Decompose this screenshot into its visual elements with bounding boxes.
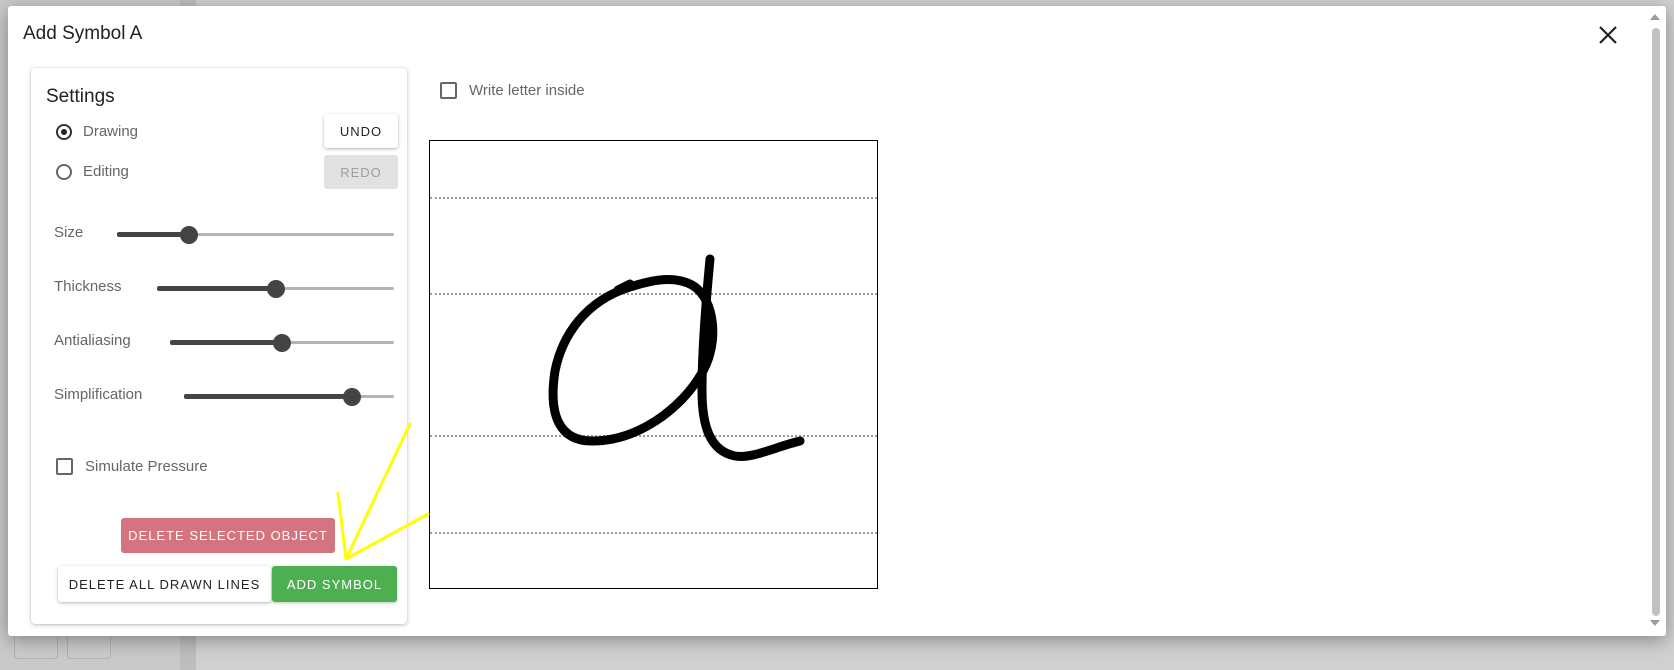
vertical-scrollbar[interactable] <box>1648 10 1662 630</box>
slider-fill <box>157 286 276 291</box>
size-label: Size <box>54 224 84 241</box>
mode-editing-option[interactable]: Editing <box>56 163 129 180</box>
dialog-title: Add Symbol A <box>23 23 143 44</box>
undo-button[interactable]: UNDO <box>324 114 398 148</box>
size-slider[interactable] <box>117 225 394 245</box>
scroll-down-arrow-icon[interactable] <box>1650 620 1660 626</box>
simulate-pressure-label: Simulate Pressure <box>85 458 208 475</box>
slider-fill <box>117 232 190 237</box>
drawing-label: Drawing <box>83 123 139 140</box>
close-icon <box>1599 26 1617 44</box>
slider-fill <box>170 340 282 345</box>
drawing-canvas[interactable] <box>429 140 878 589</box>
redo-button[interactable]: REDO <box>324 155 398 189</box>
drawing-radio[interactable] <box>56 123 72 140</box>
antialiasing-label: Antialiasing <box>54 332 131 349</box>
write-letter-inside-label: Write letter inside <box>469 82 585 99</box>
delete-selected-object-button[interactable]: DELETE SELECTED OBJECT <box>121 518 335 553</box>
slider-thumb[interactable] <box>273 334 291 352</box>
close-button[interactable] <box>1593 20 1623 50</box>
editing-radio[interactable] <box>56 163 72 180</box>
write-letter-inside-option[interactable]: Write letter inside <box>440 82 585 99</box>
slider-thumb[interactable] <box>343 388 361 406</box>
settings-title: Settings <box>46 86 115 107</box>
slider-thumb[interactable] <box>266 280 285 298</box>
simplification-slider[interactable] <box>184 387 394 407</box>
drawn-letter-stroke <box>548 254 805 461</box>
scroll-thumb[interactable] <box>1652 28 1660 616</box>
mode-drawing-option[interactable]: Drawing <box>56 123 138 140</box>
thickness-label: Thickness <box>54 278 122 295</box>
add-symbol-button[interactable]: ADD SYMBOL <box>272 566 397 602</box>
delete-all-drawn-lines-button[interactable]: DELETE ALL DRAWN LINES <box>58 566 271 602</box>
slider-thumb[interactable] <box>180 226 199 244</box>
thickness-slider[interactable] <box>157 279 394 299</box>
simplification-label: Simplification <box>54 386 143 403</box>
add-symbol-dialog: Add Symbol A Settings Drawing Editing UN… <box>8 6 1666 636</box>
editing-label: Editing <box>83 163 129 180</box>
simulate-pressure-checkbox[interactable] <box>56 458 73 475</box>
write-letter-inside-checkbox[interactable] <box>440 82 457 99</box>
simulate-pressure-option[interactable]: Simulate Pressure <box>56 458 208 475</box>
antialiasing-slider[interactable] <box>170 333 394 353</box>
slider-fill <box>184 394 352 399</box>
scroll-up-arrow-icon[interactable] <box>1650 14 1660 20</box>
